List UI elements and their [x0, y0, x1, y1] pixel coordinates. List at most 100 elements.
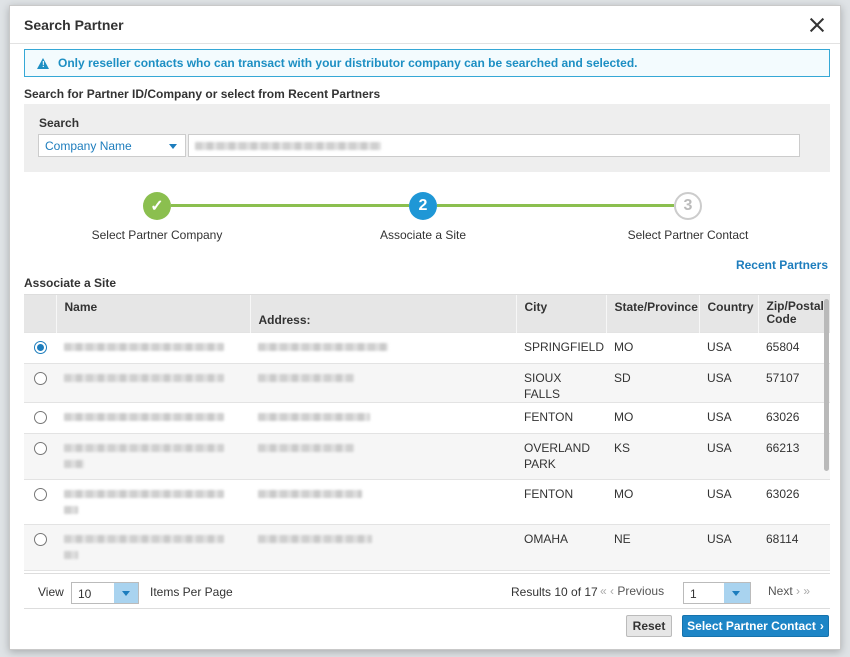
cell-country: USA	[699, 331, 758, 363]
cell-country: USA	[699, 478, 758, 524]
table-row[interactable]: OVERLAND PARK KS USA 66213	[24, 432, 830, 479]
redacted-address	[258, 412, 370, 421]
redacted-name	[64, 489, 224, 498]
header-select	[24, 295, 57, 332]
per-page-value: 10	[78, 587, 92, 601]
header-zip[interactable]: Zip/Postal Code	[758, 295, 830, 332]
row-radio[interactable]	[34, 371, 47, 385]
modal-header: Search Partner	[10, 6, 840, 44]
view-label: View	[38, 585, 64, 599]
redacted-search-value	[195, 142, 381, 150]
table-row[interactable]: SIOUX FALLS SD USA 57107	[24, 362, 830, 402]
previous-label: Previous	[617, 584, 665, 598]
cell-zip: 63026	[758, 401, 830, 433]
step-3-circle: 3	[674, 192, 702, 220]
cell-country: USA	[699, 523, 758, 570]
redacted-address	[258, 443, 354, 452]
select-partner-contact-button[interactable]: Select Partner Contact ›	[682, 615, 829, 637]
double-chevron-left-icon: «	[600, 584, 607, 598]
header-address[interactable]: Address:	[250, 295, 517, 332]
chevron-down-icon	[724, 583, 750, 603]
cell-country: USA	[699, 432, 758, 479]
step-3-label: Select Partner Contact	[627, 228, 749, 242]
cell-city: SPRINGFIELD	[516, 331, 606, 363]
header-name[interactable]: Name	[56, 295, 251, 332]
redacted-name-line2	[64, 550, 78, 559]
cell-zip: 65804	[758, 331, 830, 363]
search-panel: Search Company Name	[24, 104, 830, 172]
double-chevron-right-icon: »	[803, 584, 811, 598]
row-radio[interactable]	[34, 532, 47, 546]
previous-link[interactable]: « ‹ Previous	[600, 584, 664, 598]
row-radio[interactable]	[34, 487, 47, 501]
close-icon[interactable]	[808, 16, 826, 34]
redacted-name	[64, 342, 224, 351]
search-input[interactable]	[188, 134, 800, 157]
cell-city: FENTON	[516, 401, 606, 433]
search-type-select[interactable]: Company Name	[38, 134, 186, 157]
chevron-right-icon: ›	[796, 584, 801, 598]
pagination-bar: View 10 Items Per Page Results 10 of 17 …	[24, 573, 830, 609]
table-row[interactable]: SPRINGFIELD MO USA 65804	[24, 331, 830, 363]
next-link[interactable]: Next › »	[768, 584, 810, 598]
next-label: Next	[768, 584, 793, 598]
redacted-name	[64, 443, 224, 452]
cell-city: SIOUX FALLS	[516, 362, 606, 402]
cell-country: USA	[699, 362, 758, 402]
search-type-value: Company Name	[45, 139, 132, 153]
cell-zip: 66213	[758, 432, 830, 479]
redacted-name	[64, 373, 224, 382]
cell-zip: 68114	[758, 523, 830, 570]
modal-title: Search Partner	[24, 16, 124, 33]
cell-zip: 63026	[758, 478, 830, 524]
redacted-name-line2	[64, 505, 78, 514]
step-2-circle: 2	[409, 192, 437, 220]
items-per-page-label: Items Per Page	[150, 585, 233, 599]
redacted-address	[258, 342, 388, 351]
cell-state: KS	[606, 432, 699, 479]
chevron-down-icon	[169, 144, 177, 149]
cell-state: NE	[606, 523, 699, 570]
warning-icon: !	[37, 57, 49, 69]
row-radio[interactable]	[34, 410, 47, 424]
step-connector-2	[437, 204, 674, 207]
row-radio[interactable]	[34, 340, 47, 354]
redacted-name	[64, 534, 224, 543]
info-banner: ! Only reseller contacts who can transac…	[24, 49, 830, 77]
results-count: Results 10 of 17	[511, 585, 598, 599]
search-instruction: Search for Partner ID/Company or select …	[24, 87, 381, 101]
header-country[interactable]: Country	[699, 295, 759, 332]
table-scrollbar[interactable]	[824, 299, 829, 471]
table-row[interactable]: FENTON MO USA 63026	[24, 401, 830, 433]
header-state[interactable]: State/Province	[606, 295, 700, 332]
page-select[interactable]: 1	[683, 582, 751, 604]
cell-city: OVERLAND PARK	[516, 432, 606, 479]
recent-partners-link[interactable]: Recent Partners	[736, 258, 828, 272]
search-label: Search	[39, 116, 80, 130]
cell-state: MO	[606, 331, 699, 363]
step-connector-1	[171, 204, 409, 207]
cell-country: USA	[699, 401, 758, 433]
search-partner-modal: Search Partner ! Only reseller contacts …	[9, 5, 841, 650]
table-row[interactable]: OMAHA NE USA 68114	[24, 523, 830, 570]
step-1-label: Select Partner Company	[91, 228, 223, 242]
section-title: Associate a Site	[24, 276, 117, 290]
step-2-label: Associate a Site	[379, 228, 467, 242]
step-1-checkmark-icon: ✓	[143, 192, 171, 220]
info-banner-text: Only reseller contacts who can transact …	[58, 56, 638, 70]
sites-table-container[interactable]: Name Address: City State/Province Countr…	[24, 294, 830, 573]
row-radio[interactable]	[34, 441, 47, 455]
cell-city: OMAHA	[516, 523, 606, 570]
header-city[interactable]: City	[516, 295, 607, 332]
cell-state: SD	[606, 362, 699, 402]
chevron-left-icon: ‹	[610, 584, 615, 598]
redacted-address	[258, 373, 354, 382]
chevron-down-icon	[114, 583, 138, 603]
redacted-address	[258, 489, 362, 498]
reset-button[interactable]: Reset	[626, 615, 672, 637]
per-page-select[interactable]: 10	[71, 582, 139, 604]
table-row[interactable]: FENTON MO USA 63026	[24, 478, 830, 524]
redacted-name	[64, 412, 224, 421]
cell-state: MO	[606, 401, 699, 433]
redacted-name-line2	[64, 459, 84, 468]
